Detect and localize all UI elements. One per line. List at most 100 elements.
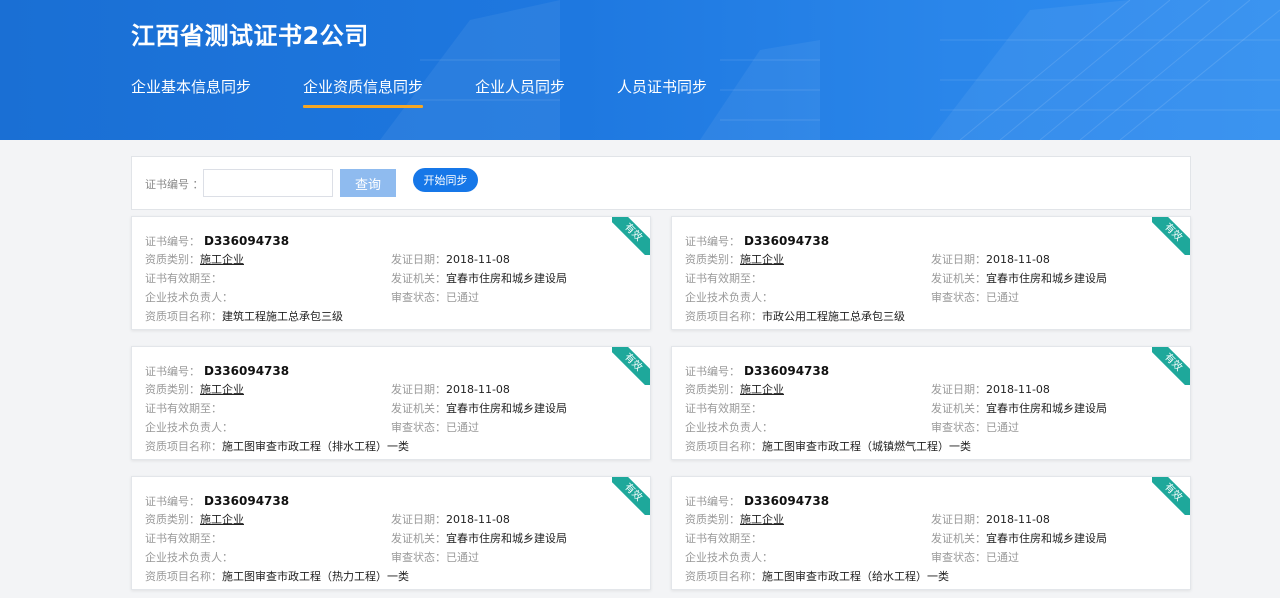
cert-no-label: 证书编号：: [685, 235, 740, 248]
issue-date-label: 发证日期：: [391, 383, 446, 396]
tech-lead-label: 企业技术负责人：: [145, 421, 233, 434]
qualification-card: 有效 证书编号： D336094738 资质类别：施工企业 证书有效期至： 企业技…: [131, 476, 651, 590]
item-name-value: 施工图审查市政工程（给水工程）一类: [762, 570, 949, 583]
review-status-value: 已通过: [446, 421, 479, 434]
tech-lead-label: 企业技术负责人：: [685, 291, 773, 304]
qual-type-label: 资质类别：: [145, 513, 200, 526]
qual-type-value[interactable]: 施工企业: [740, 513, 784, 526]
start-sync-button[interactable]: 开始同步: [413, 168, 478, 192]
nav-tab-company-basic-info[interactable]: 企业基本信息同步: [131, 76, 251, 108]
qual-type-value[interactable]: 施工企业: [740, 253, 784, 266]
page-header: 江西省测试证书2公司 企业基本信息同步 企业资质信息同步 企业人员同步 人员证书…: [0, 0, 1280, 140]
issue-date-label: 发证日期：: [391, 253, 446, 266]
valid-status-ribbon: 有效: [1152, 347, 1190, 385]
qual-type-value[interactable]: 施工企业: [740, 383, 784, 396]
issue-date-value: 2018-11-08: [986, 383, 1050, 396]
cert-no-value: D336094738: [204, 364, 290, 378]
item-name-value: 施工图审查市政工程（热力工程）一类: [222, 570, 409, 583]
valid-status-ribbon: 有效: [612, 477, 650, 515]
cert-no-value: D336094738: [744, 364, 830, 378]
item-name-label: 资质项目名称：: [685, 440, 762, 453]
nav-tab-company-qualification[interactable]: 企业资质信息同步: [303, 76, 424, 108]
issuer-label: 发证机关：: [931, 272, 986, 285]
valid-until-label: 证书有效期至：: [685, 532, 762, 545]
tech-lead-label: 企业技术负责人：: [145, 551, 233, 564]
qual-type-label: 资质类别：: [145, 253, 200, 266]
main-nav: 企业基本信息同步 企业资质信息同步 企业人员同步 人员证书同步: [131, 76, 759, 108]
cert-no-label: 证书编号：: [685, 365, 740, 378]
issuer-value: 宜春市住房和城乡建设局: [446, 272, 567, 285]
cert-no-value: D336094738: [744, 234, 830, 248]
issuer-label: 发证机关：: [391, 272, 446, 285]
qual-type-label: 资质类别：: [685, 253, 740, 266]
nav-tab-company-personnel[interactable]: 企业人员同步: [475, 76, 565, 108]
valid-until-label: 证书有效期至：: [685, 272, 762, 285]
cert-no-label: 证书编号：: [145, 235, 200, 248]
valid-until-label: 证书有效期至：: [145, 272, 222, 285]
review-status-label: 审查状态：: [391, 551, 446, 564]
review-status-label: 审查状态：: [931, 421, 986, 434]
review-status-label: 审查状态：: [391, 291, 446, 304]
valid-until-label: 证书有效期至：: [145, 532, 222, 545]
qual-type-label: 资质类别：: [145, 383, 200, 396]
issuer-value: 宜春市住房和城乡建设局: [986, 272, 1107, 285]
qualification-card: 有效 证书编号： D336094738 资质类别：施工企业 证书有效期至： 企业技…: [671, 346, 1191, 460]
valid-until-label: 证书有效期至：: [685, 402, 762, 415]
issue-date-value: 2018-11-08: [446, 513, 510, 526]
cert-no-value: D336094738: [744, 494, 830, 508]
issuer-value: 宜春市住房和城乡建设局: [986, 402, 1107, 415]
issuer-value: 宜春市住房和城乡建设局: [986, 532, 1107, 545]
valid-status-ribbon: 有效: [1152, 477, 1190, 515]
qual-type-label: 资质类别：: [685, 383, 740, 396]
tech-lead-label: 企业技术负责人：: [145, 291, 233, 304]
qual-type-value[interactable]: 施工企业: [200, 383, 244, 396]
cert-no-label: 证书编号：: [685, 495, 740, 508]
qual-type-value[interactable]: 施工企业: [200, 253, 244, 266]
issue-date-value: 2018-11-08: [986, 513, 1050, 526]
qualification-card: 有效 证书编号： D336094738 资质类别：施工企业 证书有效期至： 企业技…: [131, 216, 651, 330]
issue-date-label: 发证日期：: [931, 383, 986, 396]
item-name-value: 建筑工程施工总承包三级: [222, 310, 343, 323]
qual-type-value[interactable]: 施工企业: [200, 513, 244, 526]
issuer-label: 发证机关：: [931, 402, 986, 415]
item-name-label: 资质项目名称：: [145, 440, 222, 453]
item-name-label: 资质项目名称：: [685, 570, 762, 583]
valid-status-ribbon: 有效: [612, 347, 650, 385]
issuer-label: 发证机关：: [931, 532, 986, 545]
issue-date-value: 2018-11-08: [986, 253, 1050, 266]
review-status-value: 已通过: [986, 291, 1019, 304]
qualification-card: 有效 证书编号： D336094738 资质类别：施工企业 证书有效期至： 企业技…: [671, 216, 1191, 330]
item-name-value: 施工图审查市政工程（城镇燃气工程）一类: [762, 440, 971, 453]
review-status-label: 审查状态：: [931, 291, 986, 304]
review-status-value: 已通过: [446, 551, 479, 564]
cert-no-label: 证书编号：: [145, 495, 200, 508]
issuer-label: 发证机关：: [391, 402, 446, 415]
cert-no-value: D336094738: [204, 234, 290, 248]
review-status-value: 已通过: [446, 291, 479, 304]
query-button[interactable]: 查询: [340, 169, 396, 197]
item-name-label: 资质项目名称：: [145, 570, 222, 583]
issuer-value: 宜春市住房和城乡建设局: [446, 402, 567, 415]
cert-no-search-input[interactable]: [203, 169, 333, 197]
qual-type-label: 资质类别：: [685, 513, 740, 526]
qualification-card: 有效 证书编号： D336094738 资质类别：施工企业 证书有效期至： 企业技…: [671, 476, 1191, 590]
nav-tab-personnel-certificates[interactable]: 人员证书同步: [617, 76, 707, 108]
issue-date-value: 2018-11-08: [446, 383, 510, 396]
cert-no-value: D336094738: [204, 494, 290, 508]
issue-date-label: 发证日期：: [931, 513, 986, 526]
company-title: 江西省测试证书2公司: [131, 22, 369, 50]
valid-status-ribbon: 有效: [1152, 217, 1190, 255]
issue-date-label: 发证日期：: [931, 253, 986, 266]
review-status-label: 审查状态：: [391, 421, 446, 434]
review-status-label: 审查状态：: [931, 551, 986, 564]
issuer-label: 发证机关：: [391, 532, 446, 545]
tech-lead-label: 企业技术负责人：: [685, 551, 773, 564]
tech-lead-label: 企业技术负责人：: [685, 421, 773, 434]
issue-date-label: 发证日期：: [391, 513, 446, 526]
item-name-label: 资质项目名称：: [685, 310, 762, 323]
review-status-value: 已通过: [986, 421, 1019, 434]
valid-status-ribbon: 有效: [612, 217, 650, 255]
item-name-value: 市政公用工程施工总承包三级: [762, 310, 905, 323]
valid-until-label: 证书有效期至：: [145, 402, 222, 415]
review-status-value: 已通过: [986, 551, 1019, 564]
